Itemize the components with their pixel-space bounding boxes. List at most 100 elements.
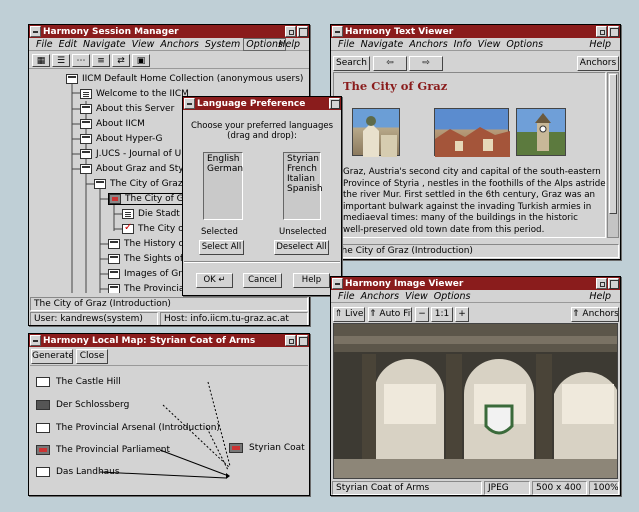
close-button[interactable]: Close <box>76 349 108 364</box>
language-item[interactable]: Styrian <box>287 154 319 164</box>
map-node[interactable]: The Provincial Parliament <box>36 445 170 455</box>
text-viewer-titlebar[interactable]: Harmony Text Viewer <box>331 25 620 38</box>
menu-help[interactable]: Help <box>275 39 303 50</box>
window-menu-icon[interactable] <box>332 278 343 289</box>
unselected-languages-list[interactable]: Styrian French Italian Spanish <box>283 152 323 220</box>
tree-icon[interactable]: ☰ <box>52 54 70 67</box>
minimize-icon[interactable] <box>285 26 296 37</box>
forward-arrow-icon[interactable]: ⇨ <box>409 56 443 71</box>
menu-anchors[interactable]: Anchors <box>157 39 201 50</box>
maximize-icon[interactable] <box>329 98 340 109</box>
window-menu-icon[interactable] <box>30 26 41 37</box>
menu-options[interactable]: Options <box>431 291 474 302</box>
cathedral-photo[interactable] <box>352 108 400 157</box>
menu-system[interactable]: System <box>202 39 243 50</box>
image-icon[interactable]: ▣ <box>132 54 150 67</box>
tree-item[interactable]: The City of Graz <box>94 178 183 190</box>
menu-options[interactable]: Options <box>503 39 546 50</box>
collection-icon <box>80 164 92 174</box>
tree-item[interactable]: Welcome to the IICM <box>80 88 189 100</box>
arcade-photo[interactable] <box>333 323 618 479</box>
cancel-button[interactable]: Cancel <box>243 273 282 288</box>
tree-item[interactable]: About this Server <box>80 103 174 115</box>
map-target-node[interactable]: Styrian Coat <box>229 443 305 453</box>
menu-help[interactable]: Help <box>586 39 614 50</box>
maximize-icon[interactable] <box>608 26 619 37</box>
minimize-icon[interactable] <box>596 26 607 37</box>
language-item[interactable]: Spanish <box>287 184 323 194</box>
rooftops-photo[interactable] <box>434 108 510 157</box>
ok-button[interactable]: OK ↵ <box>196 273 233 288</box>
language-item[interactable]: German <box>207 164 243 174</box>
collection-icon <box>108 284 120 293</box>
anchors-button[interactable]: Anchors <box>577 56 619 71</box>
help-button[interactable]: Help <box>293 273 330 288</box>
window-menu-icon[interactable] <box>332 26 343 37</box>
zoom-out-icon[interactable]: − <box>415 307 429 322</box>
maximize-icon[interactable] <box>297 335 308 346</box>
anchors-button[interactable]: ⇑ Anchors <box>571 307 619 322</box>
map-node[interactable]: The Castle Hill <box>36 377 121 387</box>
live-toggle[interactable]: ⇑ Live <box>333 307 365 322</box>
language-item[interactable]: French <box>287 164 317 174</box>
image-icon <box>109 194 121 204</box>
menu-navigate[interactable]: Navigate <box>80 39 129 50</box>
select-all-button[interactable]: Select All <box>199 240 244 255</box>
tree-item[interactable]: J.UCS - Journal of U <box>80 148 181 160</box>
back-arrow-icon[interactable]: ⇦ <box>373 56 407 71</box>
map-node[interactable]: Der Schlossberg <box>36 400 129 410</box>
document-heading: The City of Graz <box>343 79 448 93</box>
maximize-icon[interactable] <box>297 26 308 37</box>
tree-item[interactable]: About Hyper-G <box>80 133 163 145</box>
styria-link[interactable]: Province of Styria , nestles in the foot… <box>343 179 608 191</box>
maximize-icon[interactable] <box>608 278 619 289</box>
list-icon[interactable]: ≡ <box>92 54 110 67</box>
language-item[interactable]: English <box>207 154 240 164</box>
tree-item[interactable]: About IICM <box>80 118 145 130</box>
map-node[interactable]: The Provincial Arsenal (Introduction) <box>36 423 220 433</box>
menu-file[interactable]: File <box>33 39 56 50</box>
tree-item[interactable]: Images of Graz <box>108 268 192 280</box>
vertical-scrollbar[interactable] <box>607 72 619 238</box>
dialog-titlebar[interactable]: Language Preference <box>183 97 341 110</box>
session-manager-titlebar[interactable]: Harmony Session Manager <box>29 25 309 38</box>
menu-file[interactable]: File <box>335 39 358 50</box>
menu-anchors[interactable]: Anchors <box>406 39 450 50</box>
return-icon: ↵ <box>218 275 226 285</box>
link-icon[interactable]: ⇄ <box>112 54 130 67</box>
menu-navigate[interactable]: Navigate <box>358 39 407 50</box>
text-content: The City of Graz Graz, Austria's second … <box>333 72 606 238</box>
menu-file[interactable]: File <box>335 291 358 302</box>
deselect-all-button[interactable]: Deselect All <box>274 240 329 255</box>
collection-icon <box>94 179 106 189</box>
window-menu-icon[interactable] <box>184 98 195 109</box>
search-button[interactable]: Search <box>333 56 370 71</box>
tree-item[interactable]: About Graz and Styri <box>80 163 190 175</box>
image-viewer-titlebar[interactable]: Harmony Image Viewer <box>331 277 620 290</box>
collection-icon <box>108 239 120 249</box>
local-map-titlebar[interactable]: Harmony Local Map: Styrian Coat of Arms <box>29 334 309 347</box>
clock-tower-photo[interactable] <box>516 108 566 156</box>
menu-help[interactable]: Help <box>586 291 614 302</box>
tree-item[interactable]: IICM Default Home Collection (anonymous … <box>66 73 303 85</box>
zoom-in-icon[interactable]: + <box>455 307 469 322</box>
minimize-icon[interactable] <box>596 278 607 289</box>
collection-icon[interactable]: ▦ <box>32 54 50 67</box>
scrollbar-thumb[interactable] <box>609 74 617 214</box>
menu-view[interactable]: View <box>475 39 504 50</box>
menu-anchors[interactable]: Anchors <box>358 291 402 302</box>
generate-button[interactable]: Generate <box>31 349 73 364</box>
menu-view[interactable]: View <box>129 39 158 50</box>
minimize-icon[interactable] <box>285 335 296 346</box>
menu-info[interactable]: Info <box>451 39 475 50</box>
dots-icon[interactable]: ⋯ <box>72 54 90 67</box>
language-item[interactable]: Italian <box>287 174 317 184</box>
window-menu-icon[interactable] <box>30 335 41 346</box>
selected-languages-list[interactable]: English German <box>203 152 243 220</box>
map-node[interactable]: Das Landhaus <box>36 467 120 477</box>
menu-view[interactable]: View <box>402 291 431 302</box>
text-viewer-window: Harmony Text Viewer File Navigate Anchor… <box>330 24 621 260</box>
menu-edit[interactable]: Edit <box>56 39 80 50</box>
zoom-level-button[interactable]: 1:1 <box>431 307 453 322</box>
auto-fit-toggle[interactable]: ⇑ Auto Fit <box>368 307 412 322</box>
